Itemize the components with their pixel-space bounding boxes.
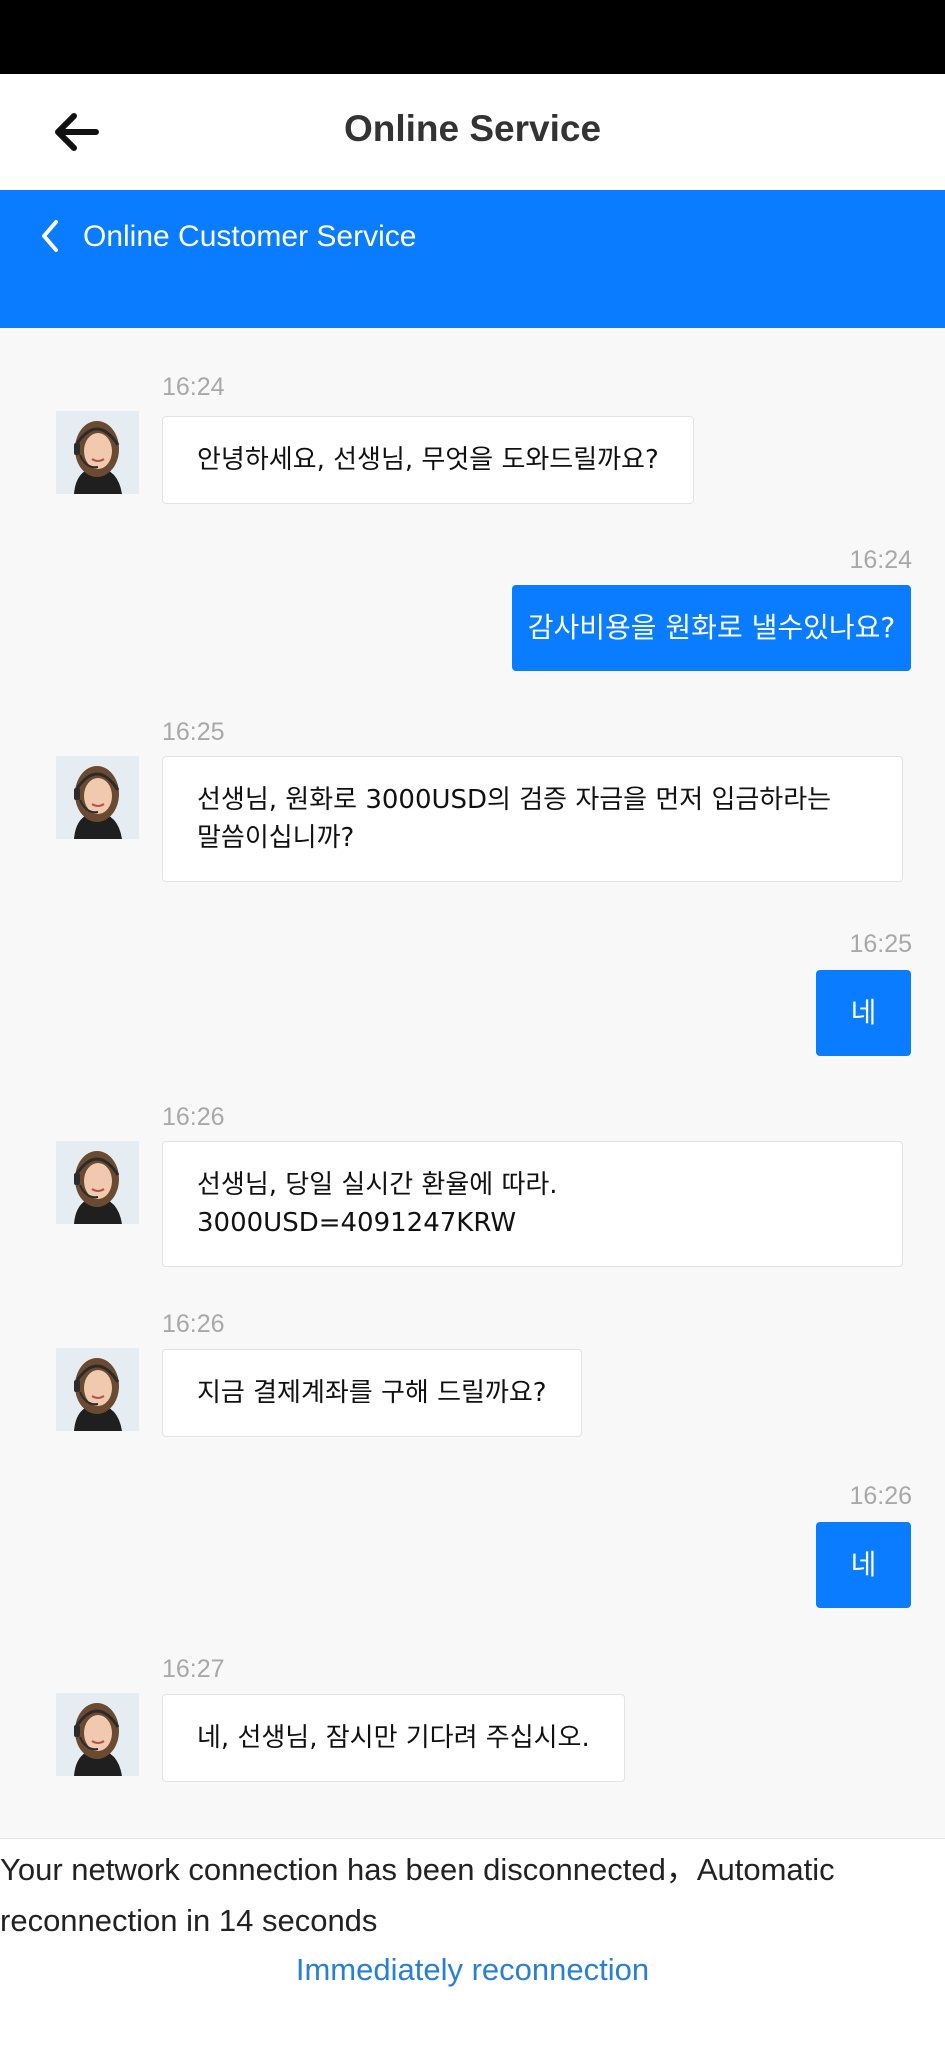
message-time: 16:24 [162,373,225,401]
status-bar [0,0,945,74]
message-text-line2: 말씀이십니까? [197,823,355,853]
agent-avatar [56,756,139,839]
connection-notice: Your network connection has been disconn… [0,1852,835,1938]
reconnect-link[interactable]: Immediately reconnection [0,1952,945,1988]
message-time: 16:24 [849,546,912,574]
message-text: 선생님, 원화로 3000USD의 검증 자금을 먼저 입금하라는 [197,785,832,815]
service-banner: Online Customer Service [0,190,945,328]
message-text: 네 [850,1548,877,1581]
page-title: Online Service [343,108,602,149]
agent-avatar [56,1348,139,1431]
agent-avatar [56,411,139,494]
user-message: 네 [816,1522,911,1608]
message-time: 16:27 [162,1655,225,1683]
app-bar: Online Service [0,74,945,190]
message-text: 지금 결제계좌를 구해 드릴까요? [197,1378,547,1408]
message-text: 네 [850,996,877,1029]
banner-title: Online Customer Service [83,220,417,253]
agent-avatar [56,1141,139,1224]
message-text-line2: 3000USD=4091247KRW [197,1208,517,1238]
message-time: 16:25 [849,930,912,958]
message-text: 감사비용을 원화로 낼수있나요? [527,611,896,644]
message-text: 네, 선생님, 잠시만 기다려 주십시오. [197,1723,590,1753]
message-text: 선생님, 당일 실시간 환율에 따라. [197,1170,558,1200]
message-time: 16:26 [162,1103,225,1131]
agent-message: 네, 선생님, 잠시만 기다려 주십시오. [162,1694,625,1782]
agent-message: 선생님, 원화로 3000USD의 검증 자금을 먼저 입금하라는 말씀이십니까… [162,756,903,882]
message-time: 16:26 [162,1310,225,1338]
message-text: 안녕하세요, 선생님, 무엇을 도와드릴까요? [197,445,659,475]
user-message: 감사비용을 원화로 낼수있나요? [512,585,911,671]
agent-avatar [56,1693,139,1776]
agent-message: 선생님, 당일 실시간 환율에 따라. 3000USD=4091247KRW [162,1141,903,1267]
message-time: 16:26 [849,1482,912,1510]
message-time: 16:25 [162,718,225,746]
agent-message: 지금 결제계좌를 구해 드릴까요? [162,1349,582,1437]
user-message: 네 [816,970,911,1056]
agent-message: 안녕하세요, 선생님, 무엇을 도와드릴까요? [162,416,694,504]
chevron-left-icon[interactable] [34,216,64,256]
chat-area[interactable]: 16:24 안녕하세요, 선생님, 무엇을 도와드릴까요? 16:24 감사비용… [0,328,945,1838]
